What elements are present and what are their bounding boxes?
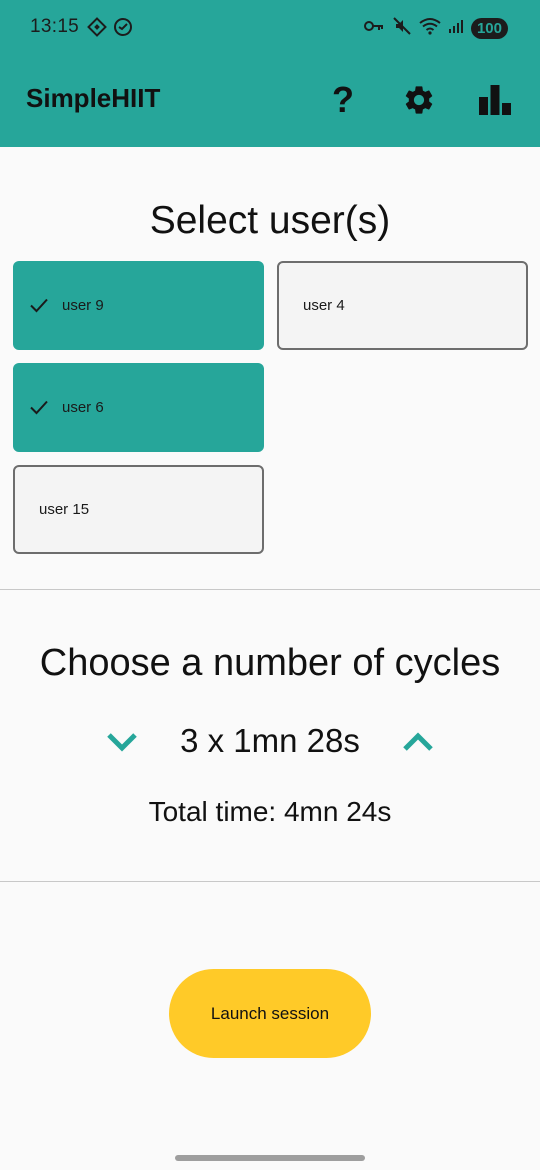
cycles-selector: 3 x 1mn 28s: [0, 718, 540, 766]
app-title: SimpleHIIT: [26, 83, 161, 113]
check-icon: [30, 400, 48, 415]
signal-icon: [448, 18, 464, 39]
user-chip-user-4[interactable]: user 4: [277, 261, 528, 350]
user-chip-user-9[interactable]: user 9: [13, 261, 264, 350]
status-time: 13:15: [30, 16, 80, 37]
app-bar: SimpleHIIT ?: [0, 56, 540, 147]
launch-session-button[interactable]: Launch session: [169, 969, 371, 1058]
app-header: 13:15 100 SimpleHIIT ?: [0, 0, 540, 147]
status-right-icons: 100: [363, 16, 508, 41]
check-icon: [30, 298, 48, 313]
total-time: Total time: 4mn 24s: [148, 796, 392, 827]
chevron-up-icon: [403, 732, 433, 751]
status-bar: 13:15 100: [0, 0, 540, 56]
gesture-nav-handle[interactable]: [175, 1155, 365, 1161]
data-saver-icon: [112, 16, 134, 43]
mute-icon: [392, 16, 412, 41]
help-icon: ?: [332, 79, 354, 120]
statistics-bar-chart-icon: [479, 85, 511, 115]
user-chip-label: user 6: [62, 399, 104, 416]
vpn-diamond-icon: [86, 16, 108, 43]
wifi-icon: [419, 17, 441, 40]
vpn-key-icon: [363, 18, 385, 39]
user-chip-user-6[interactable]: user 6: [13, 363, 264, 452]
settings-button[interactable]: [395, 76, 443, 124]
choose-cycles-title: Choose a number of cycles: [39, 642, 501, 684]
help-button[interactable]: ?: [319, 76, 367, 124]
chevron-down-icon: [107, 733, 137, 752]
user-chip-user-15[interactable]: user 15: [13, 465, 264, 554]
section-divider: [0, 881, 540, 882]
user-chip-label: user 15: [39, 501, 90, 518]
increase-cycles-button[interactable]: [394, 718, 442, 766]
select-users-title: Select user(s): [149, 199, 391, 242]
battery-level: 100: [470, 18, 508, 39]
decrease-cycles-button[interactable]: [98, 718, 146, 766]
user-chip-label: user 9: [62, 297, 104, 314]
status-left-icons: [86, 16, 134, 43]
user-chip-label: user 4: [303, 297, 345, 314]
statistics-button[interactable]: [471, 76, 519, 124]
cycles-value: 3 x 1mn 28s: [180, 722, 360, 759]
section-divider: [0, 589, 540, 590]
settings-gear-icon: [405, 86, 433, 114]
